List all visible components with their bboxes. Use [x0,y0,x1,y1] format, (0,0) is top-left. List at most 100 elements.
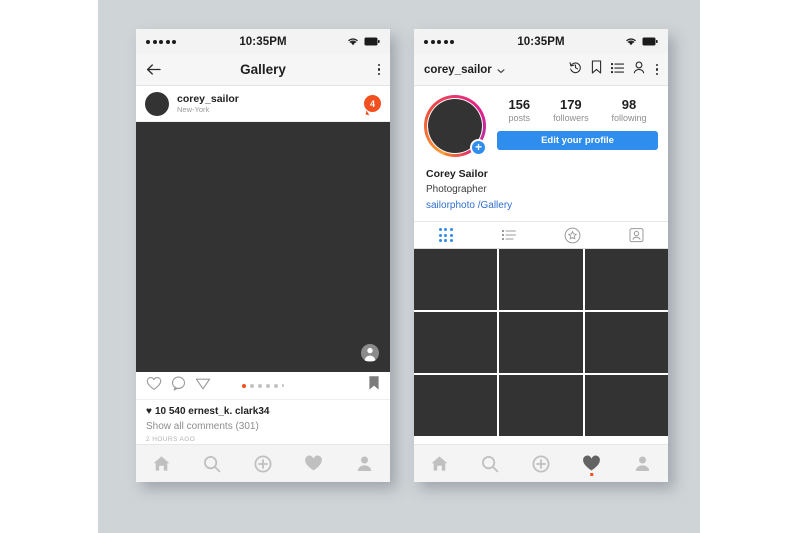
stat-followers[interactable]: 179 followers [553,97,589,123]
add-person-icon[interactable] [633,61,647,79]
page-title: Gallery [240,62,286,77]
grid-cell[interactable] [499,312,583,374]
stat-value: 179 [559,97,582,112]
profile-photo-grid [414,249,668,437]
profile-tab[interactable] [617,445,668,482]
home-icon [431,456,448,471]
activity-tab[interactable] [288,445,339,482]
activity-notification-dot [590,472,594,476]
account-switcher[interactable]: corey_sailor [424,61,505,79]
person-icon [635,456,650,471]
stat-posts[interactable]: 156 posts [508,97,530,123]
wifi-icon [347,33,359,51]
saved-tab[interactable] [541,222,605,248]
show-all-comments-link[interactable]: Show all comments (301) [146,421,380,432]
status-bar-left: 10:35PM [136,29,390,54]
stat-label: followers [553,113,589,123]
phone-mockup-feed: 10:35PM Gallery corey_sailor New-York 4 … [136,29,390,482]
profile-bio: Corey Sailor Photographer sailorphoto /G… [414,157,668,222]
post-action-group [146,376,211,396]
phone-mockup-profile: 10:35PM corey_sailor + 156 posts 179 fol… [414,29,668,482]
more-vertical-icon [655,63,658,76]
person-tag-icon[interactable] [361,344,379,362]
add-story-badge[interactable]: + [470,139,487,156]
profile-navbar: corey_sailor [414,54,668,86]
stat-label: posts [508,113,531,123]
overflow-menu-button[interactable] [377,63,380,76]
search-tab[interactable] [465,445,516,482]
bottom-tabbar-left [136,444,390,482]
list-icon[interactable] [610,61,624,79]
activity-tab[interactable] [566,445,617,482]
bookmark-icon[interactable] [368,375,380,396]
comment-bubble-icon[interactable] [171,376,186,396]
profile-navbar-actions [568,60,658,79]
home-tab[interactable] [414,445,465,482]
chevron-down-icon [497,61,505,79]
list-tab[interactable] [478,222,542,248]
profile-link[interactable]: sailorphoto /Gallery [426,199,656,213]
grid-cell[interactable] [414,375,498,437]
screenshot-canvas: 10:35PM Gallery corey_sailor New-York 4 … [0,0,800,533]
heart-icon [583,455,601,471]
profile-avatar[interactable]: + [424,95,487,157]
grid-cell[interactable] [414,249,498,311]
likes-text: 10 540 ernest_k. clark34 [154,406,270,417]
search-icon [482,455,499,472]
add-post-tab[interactable] [238,445,289,482]
grid-cell[interactable] [584,375,668,437]
home-icon [153,456,170,471]
search-icon [204,455,221,472]
tagged-person-icon [629,228,644,243]
wifi-icon [625,33,637,51]
profile-stats-and-action: 156 posts 179 followers 98 following Edi… [486,95,658,157]
grid-cell[interactable] [499,375,583,437]
status-bar-right-group [625,33,658,51]
paper-plane-icon[interactable] [195,376,211,396]
grid-cell[interactable] [584,312,668,374]
back-button[interactable] [146,63,161,76]
post-username[interactable]: corey_sailor [177,93,239,105]
status-bar-right: 10:35PM [414,29,668,54]
profile-header: + 156 posts 179 followers 98 following E… [414,86,668,157]
stat-value: 156 [508,97,531,112]
home-tab[interactable] [136,445,187,482]
tagged-tab[interactable] [605,222,669,248]
status-badge[interactable]: 4 [364,95,381,112]
profile-full-name: Corey Sailor [426,168,488,180]
status-bar-right-group [347,33,380,51]
heart-outline-icon[interactable] [146,376,162,396]
post-author-meta: corey_sailor New-York [177,93,239,115]
stat-label: following [611,113,647,123]
history-icon[interactable] [568,61,582,79]
star-circle-icon [564,227,581,244]
list-icon [502,230,517,241]
bottom-tabbar-right [414,444,668,482]
post-action-bar [136,372,390,399]
grid-cell[interactable] [499,249,583,311]
edit-profile-button[interactable]: Edit your profile [497,131,658,150]
plus-circle-icon [254,455,272,472]
add-post-tab[interactable] [516,445,567,482]
post-timestamp: 2 HOURS AGO [146,436,196,443]
stat-value: 98 [621,97,637,112]
heart-filled-icon: ♥ [146,406,152,417]
post-header: corey_sailor New-York 4 [136,86,390,122]
profile-content-tabs [414,221,669,250]
grid-cell[interactable] [584,249,668,311]
post-caption: ♥ 10 540 ernest_k. clark34 Show all comm… [136,399,390,443]
profile-occupation: Photographer [426,184,487,196]
avatar[interactable] [145,91,169,116]
bookmark-icon[interactable] [591,60,602,79]
grid-tab[interactable] [414,222,478,248]
post-photo[interactable] [136,122,390,372]
battery-icon [364,33,380,51]
grid-cell[interactable] [414,312,498,374]
stat-following[interactable]: 98 following [611,97,646,123]
person-icon [357,456,372,471]
profile-tab[interactable] [339,445,390,482]
search-tab[interactable] [187,445,238,482]
overflow-menu-button[interactable] [655,63,658,76]
profile-username: corey_sailor [424,63,492,76]
grid-icon [438,228,453,243]
